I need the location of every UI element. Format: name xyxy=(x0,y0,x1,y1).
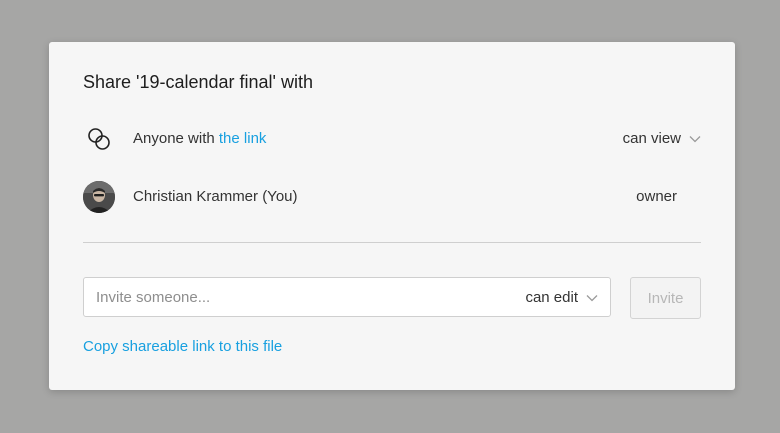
the-link-link[interactable]: the link xyxy=(219,130,267,147)
invite-field-group: can edit xyxy=(83,277,611,317)
dialog-title: Share '19-calendar final' with xyxy=(83,72,314,92)
chevron-down-icon xyxy=(586,294,598,301)
chevron-down-icon xyxy=(689,135,701,142)
collaborator-name: Christian Krammer (You) xyxy=(133,188,298,205)
link-permission-value: can view xyxy=(622,130,681,147)
collaborator-role: owner xyxy=(636,188,677,205)
divider xyxy=(83,242,701,243)
link-sharing-label: Anyone with the link xyxy=(133,130,266,147)
invite-button[interactable]: Invite xyxy=(630,277,701,319)
link-sharing-prefix: Anyone with xyxy=(133,130,219,147)
invite-permission-dropdown[interactable]: can edit xyxy=(525,289,598,306)
share-dialog: Share '19-calendar final' with Anyone wi… xyxy=(49,42,735,390)
link-permission-dropdown[interactable]: can view xyxy=(623,130,701,147)
invite-input[interactable] xyxy=(96,278,496,316)
link-sharing-row: Anyone with the link can view xyxy=(83,121,701,157)
avatar xyxy=(83,181,115,213)
copy-shareable-link[interactable]: Copy shareable link to this file xyxy=(83,338,282,355)
link-icon xyxy=(83,123,115,155)
invite-permission-value: can edit xyxy=(525,289,578,306)
collaborator-row: Christian Krammer (You) owner xyxy=(83,179,701,215)
